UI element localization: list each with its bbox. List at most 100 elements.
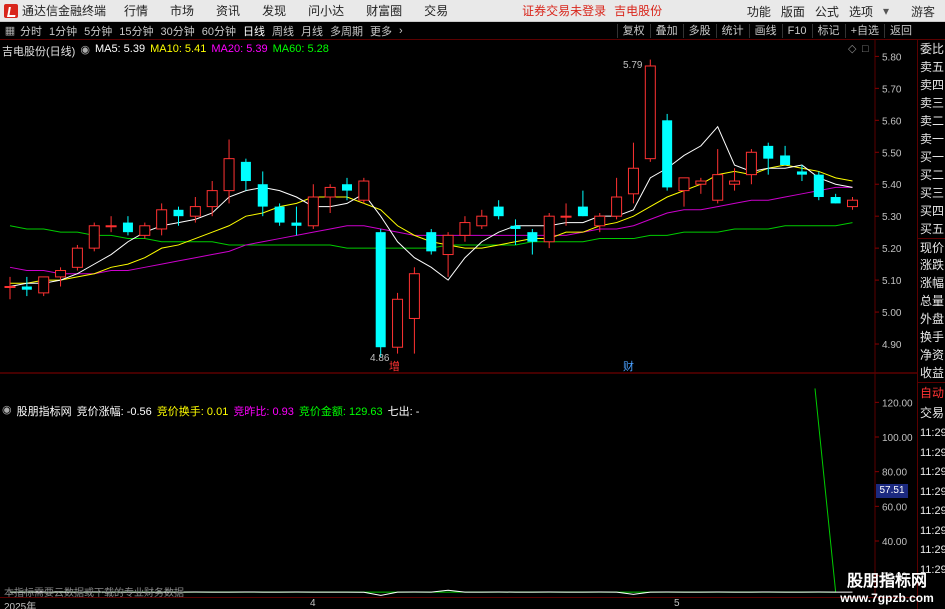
candle-body: [122, 222, 133, 233]
period-monthly[interactable]: 月线: [301, 23, 323, 39]
candle-body: [678, 177, 690, 192]
tool-biaoji[interactable]: 标记: [811, 24, 845, 38]
candle-body: [392, 298, 404, 348]
period-15min[interactable]: 15分钟: [119, 23, 153, 39]
menu-gongshi[interactable]: 公式: [815, 3, 839, 20]
indicator-tick-label: 80.00: [882, 468, 907, 479]
dropdown-icon[interactable]: ▾: [883, 4, 889, 18]
candle-body: [510, 225, 521, 229]
tool-huaxian[interactable]: 画线: [748, 24, 782, 38]
auction-turnover: 竞价换手: 0.01: [156, 406, 229, 418]
candle-body: [88, 225, 100, 249]
candle-body: [257, 184, 268, 207]
candle-body: [156, 209, 168, 230]
period-more[interactable]: 更多: [370, 23, 392, 39]
expand-icon[interactable]: ◇: [848, 43, 857, 55]
tool-fanhui[interactable]: 返回: [884, 24, 917, 38]
panel-label: 买三: [920, 186, 945, 200]
indicator-green-line: [10, 388, 837, 593]
event-mark-zeng[interactable]: 增: [389, 359, 400, 373]
menu-xuanxiang[interactable]: 选项: [849, 3, 873, 20]
menu-gongneng[interactable]: 功能: [747, 3, 771, 20]
price-tick-label: 5.10: [882, 276, 902, 287]
tool-tongji[interactable]: 统计: [715, 24, 749, 38]
indicator-tick-label: 60.00: [882, 502, 907, 513]
period-daily[interactable]: 日线: [243, 23, 265, 39]
panel-label: 卖四: [920, 78, 945, 92]
candle-body: [543, 215, 555, 243]
period-fenshi[interactable]: 分时: [20, 23, 42, 39]
menu-wenxiaoda[interactable]: 问小达: [308, 2, 344, 19]
candle-body: [55, 270, 67, 278]
date-axis: 2025年 4 5: [0, 597, 917, 609]
menu-hangqing[interactable]: 行情: [124, 2, 148, 19]
panel-label: 买一: [920, 150, 945, 164]
ma5-line: [9, 125, 853, 287]
candle-body: [780, 155, 791, 166]
candle-body: [408, 273, 420, 319]
candle-body: [375, 232, 386, 348]
chevron-right-icon[interactable]: ›: [399, 25, 403, 37]
panel-label: 买四: [920, 204, 945, 218]
tool-f10[interactable]: F10: [781, 24, 812, 38]
candle-body: [139, 225, 151, 236]
candle-body: [577, 206, 588, 217]
menu-jiaoyi[interactable]: 交易: [424, 2, 448, 19]
trade-label[interactable]: 交易: [918, 403, 945, 424]
candle-body: [476, 215, 488, 227]
date-label-month5: 5: [674, 598, 680, 609]
collapse-icon[interactable]: □: [862, 43, 869, 55]
indicator-value-badge: 57.51: [876, 484, 908, 498]
period-60min[interactable]: 60分钟: [202, 23, 236, 39]
price-tick-label: 5.00: [882, 308, 902, 319]
tick-time: 11:29: [920, 427, 945, 439]
auction-change: 竞价涨幅: -0.56: [76, 406, 152, 418]
candle-body: [813, 174, 824, 198]
login-alert[interactable]: 证券交易未登录: [522, 2, 606, 19]
indicator-tick-label: 120.00: [882, 398, 913, 409]
auto-trade-label[interactable]: 自动: [918, 382, 945, 403]
candle-body: [594, 215, 606, 227]
period-multi[interactable]: 多周期: [330, 23, 363, 39]
auction-amount: 竞价金额: 129.63: [298, 406, 383, 418]
panel-label: 现价: [918, 238, 945, 256]
watermark: 股朋指标网 www.7gpzb.com: [828, 572, 945, 609]
candle-body: [662, 120, 673, 188]
candle-body: [459, 222, 471, 236]
candle-body: [307, 196, 319, 227]
menu-caifuquan[interactable]: 财富圈: [366, 2, 402, 19]
ma-lines: [9, 125, 853, 287]
tool-duogu[interactable]: 多股: [682, 24, 716, 38]
period-5min[interactable]: 5分钟: [84, 23, 112, 39]
tool-zixuan[interactable]: +自选: [844, 24, 884, 38]
candle-body: [442, 234, 454, 256]
tick-time: 11:29: [920, 544, 945, 556]
tool-diejia[interactable]: 叠加: [649, 24, 683, 38]
grid-icon[interactable]: ▦: [4, 25, 16, 37]
menu-shichang[interactable]: 市场: [170, 2, 194, 19]
guest-label[interactable]: 游客: [911, 3, 935, 20]
menu-zixun[interactable]: 资讯: [216, 2, 240, 19]
event-mark-cai[interactable]: 财: [623, 359, 634, 373]
panel-label: 外盘: [920, 312, 945, 326]
panel-label: 换手: [920, 330, 945, 344]
auction-ratio: 竞昨比: 0.93: [233, 406, 294, 418]
indicator-name[interactable]: 股朋指标网: [17, 403, 72, 419]
menu-faxian[interactable]: 发现: [262, 2, 286, 19]
kline-chart[interactable]: 5.80 5.70 5.60 5.50 5.40 5.30 5.20 5.10 5.00 4.90…: [0, 40, 917, 597]
candle-body: [291, 222, 302, 226]
period-30min[interactable]: 30分钟: [161, 23, 195, 39]
period-weekly[interactable]: 周线: [272, 23, 294, 39]
app-logo-icon: [4, 3, 18, 18]
menu-banmian[interactable]: 版面: [781, 3, 805, 20]
date-label-year: 2025年: [4, 602, 37, 609]
tool-fuquan[interactable]: 复权: [616, 24, 650, 38]
ma10-line: [10, 164, 853, 284]
price-tick-label: 5.70: [882, 84, 902, 95]
candle-body: [611, 196, 623, 217]
period-1min[interactable]: 1分钟: [49, 23, 77, 39]
indicator-settings-icon[interactable]: ◉: [2, 403, 12, 419]
panel-label: 净资: [920, 348, 945, 362]
price-tick-label: 5.20: [882, 244, 902, 255]
candle-body: [763, 145, 774, 159]
